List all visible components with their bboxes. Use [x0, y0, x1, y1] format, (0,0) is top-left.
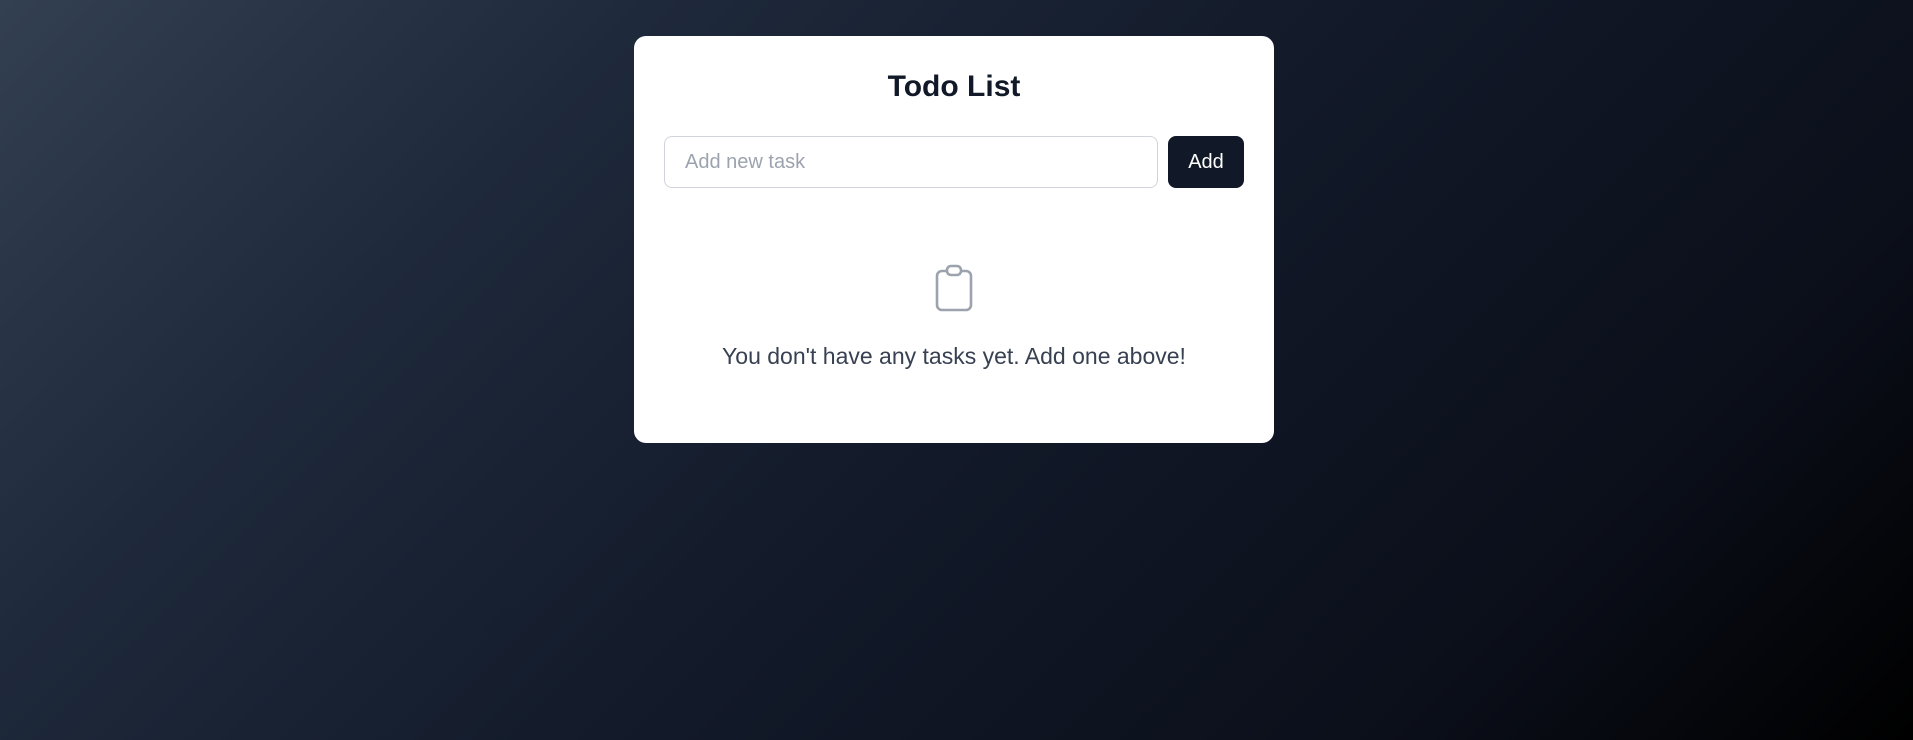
new-task-input[interactable] [664, 136, 1158, 188]
empty-state-message: You don't have any tasks yet. Add one ab… [722, 343, 1186, 369]
todo-card: Todo List Add You don't have any tasks y… [634, 36, 1274, 443]
empty-state: You don't have any tasks yet. Add one ab… [664, 264, 1244, 370]
clipboard-icon [934, 264, 974, 312]
add-task-button[interactable]: Add [1168, 136, 1244, 188]
page-title: Todo List [887, 70, 1021, 103]
add-task-form: Add [664, 136, 1244, 188]
